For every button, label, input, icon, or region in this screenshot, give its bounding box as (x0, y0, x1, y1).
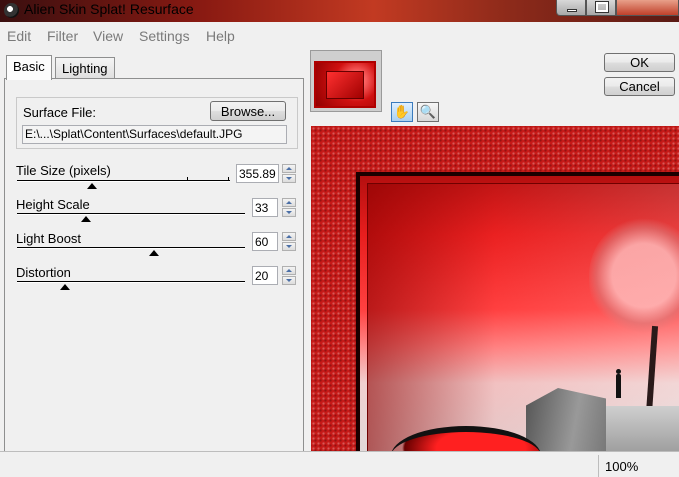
height-scale-spinner[interactable] (282, 198, 296, 217)
tile-size-thumb[interactable] (87, 183, 97, 189)
tab-lighting[interactable]: Lighting (55, 57, 115, 79)
menu-view[interactable]: View (93, 28, 123, 44)
tile-size-tick (228, 177, 229, 181)
status-bar: 100% (0, 451, 679, 477)
tab-basic[interactable]: Basic (6, 55, 52, 80)
light-boost-thumb[interactable] (149, 250, 159, 256)
zoom-tool-icon[interactable]: 🔍 (417, 102, 439, 122)
light-boost-value[interactable]: 60 (252, 232, 278, 251)
light-boost-label: Light Boost (16, 231, 82, 246)
preview-image[interactable] (311, 126, 679, 451)
light-boost-track[interactable] (17, 247, 245, 249)
distortion-thumb[interactable] (60, 284, 70, 290)
height-scale-value[interactable]: 33 (252, 198, 278, 217)
spin-down-icon[interactable] (282, 174, 296, 183)
menu-edit[interactable]: Edit (7, 28, 31, 44)
height-scale-track[interactable] (17, 213, 245, 215)
title-bar: Alien Skin Splat! Resurface (0, 0, 679, 22)
hand-tool-icon[interactable]: ✋ (391, 102, 413, 122)
menu-bar: Edit Filter View Settings Help (0, 24, 679, 46)
distortion-track[interactable] (17, 281, 245, 283)
maximize-button[interactable] (586, 0, 616, 16)
distortion-value[interactable]: 20 (252, 266, 278, 285)
tile-size-label: Tile Size (pixels) (16, 163, 111, 178)
spin-down-icon[interactable] (282, 242, 296, 251)
preview-person-body (616, 374, 621, 398)
light-boost-spinner[interactable] (282, 232, 296, 251)
spin-down-icon[interactable] (282, 208, 296, 217)
menu-settings[interactable]: Settings (139, 28, 190, 44)
tile-size-spinner[interactable] (282, 164, 296, 183)
spin-down-icon[interactable] (282, 276, 296, 285)
browse-button[interactable]: Browse... (210, 101, 286, 121)
spin-up-icon[interactable] (282, 164, 296, 173)
surface-path-field[interactable]: E:\...\Splat\Content\Surfaces\default.JP… (22, 125, 287, 144)
surface-file-label: Surface File: (23, 105, 96, 120)
window-title: Alien Skin Splat! Resurface (24, 1, 194, 17)
distortion-spinner[interactable] (282, 266, 296, 285)
distortion-label: Distortion (16, 265, 71, 280)
zoom-level: 100% (598, 455, 679, 477)
spin-up-icon[interactable] (282, 198, 296, 207)
app-icon (4, 3, 19, 18)
maximize-icon (595, 1, 609, 13)
thumbnail-image (314, 61, 376, 108)
thumbnail-viewport[interactable] (326, 71, 364, 99)
tile-size-track[interactable] (17, 180, 230, 182)
height-scale-label: Height Scale (16, 197, 90, 212)
cancel-button[interactable]: Cancel (604, 77, 675, 96)
height-scale-thumb[interactable] (81, 216, 91, 222)
menu-filter[interactable]: Filter (47, 28, 78, 44)
tile-size-value[interactable]: 355.89 (236, 164, 279, 183)
minimize-button[interactable] (556, 0, 586, 16)
spin-up-icon[interactable] (282, 266, 296, 275)
close-button[interactable] (616, 0, 679, 16)
minimize-icon (567, 9, 577, 12)
navigator-thumbnail[interactable] (310, 50, 382, 112)
ok-button[interactable]: OK (604, 53, 675, 72)
tile-size-tick (187, 177, 188, 181)
menu-help[interactable]: Help (206, 28, 235, 44)
spin-up-icon[interactable] (282, 232, 296, 241)
